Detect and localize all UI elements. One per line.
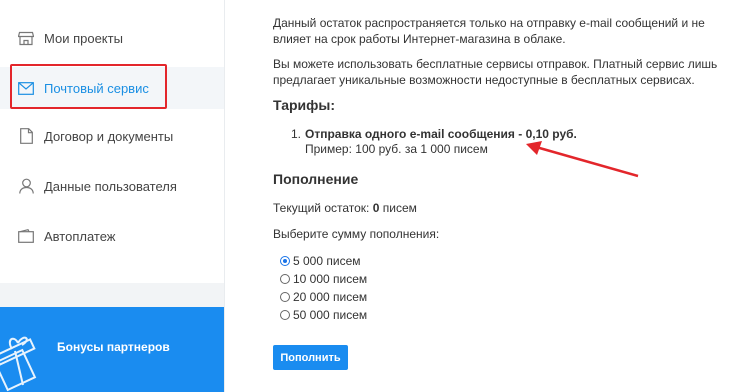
radio-button[interactable] xyxy=(280,292,290,302)
sidebar-item-label: Данные пользователя xyxy=(44,178,177,194)
topup-heading: Пополнение xyxy=(273,171,359,187)
balance-label: Текущий остаток: xyxy=(273,201,370,215)
tariff-number: 1. xyxy=(291,127,302,141)
gift-icon xyxy=(0,327,46,392)
amount-option-10000[interactable]: 10 000 писем xyxy=(280,271,367,287)
amount-option-50000[interactable]: 50 000 писем xyxy=(280,307,367,323)
balance-value: 0 xyxy=(372,201,380,215)
topup-submit-button[interactable]: Пополнить xyxy=(273,345,348,370)
amount-option-label: 10 000 писем xyxy=(293,272,368,286)
choose-amount-label: Выберите сумму пополнения: xyxy=(273,227,440,241)
amount-option-20000[interactable]: 20 000 писем xyxy=(280,289,367,305)
radio-button[interactable] xyxy=(280,274,290,284)
sidebar-nav: Мои проекты Почтовый сервис Договор и до… xyxy=(0,0,224,283)
tariff-example: Пример: 100 руб. за 1 000 писем xyxy=(305,142,488,156)
tariffs-heading: Тарифы: xyxy=(273,97,336,113)
user-icon xyxy=(18,178,34,194)
store-icon xyxy=(18,30,34,46)
amount-option-label: 50 000 писем xyxy=(293,308,368,322)
main-content: Данный остаток распространяется только н… xyxy=(224,0,740,392)
sidebar-item-mail-service[interactable]: Почтовый сервис xyxy=(0,67,224,109)
document-icon xyxy=(18,128,34,144)
sidebar-item-label: Автоплатеж xyxy=(44,228,116,244)
amount-option-label: 20 000 писем xyxy=(293,290,368,304)
sidebar-item-autopayment[interactable]: Автоплатеж xyxy=(0,215,224,257)
envelope-icon xyxy=(18,80,34,96)
partner-bonus-label: Бонусы партнеров xyxy=(57,340,170,354)
balance-unit: писем xyxy=(382,201,417,215)
annotation-arrow xyxy=(526,141,639,178)
amount-option-label: 5 000 писем xyxy=(293,254,361,268)
sidebar-item-label: Мои проекты xyxy=(44,30,123,46)
wallet-icon xyxy=(18,228,34,244)
radio-button[interactable] xyxy=(280,256,290,266)
sidebar-item-projects[interactable]: Мои проекты xyxy=(0,17,224,59)
sidebar: Мои проекты Почтовый сервис Договор и до… xyxy=(0,0,224,392)
radio-button[interactable] xyxy=(280,310,290,320)
current-balance: Текущий остаток: 0 писем xyxy=(273,200,417,216)
sidebar-item-label: Почтовый сервис xyxy=(44,80,149,96)
sidebar-item-label: Договор и документы xyxy=(44,128,174,144)
intro-paragraph-2: Вы можете использовать бесплатные сервис… xyxy=(273,57,718,87)
intro-paragraph-1: Данный остаток распространяется только н… xyxy=(273,16,705,46)
amount-option-5000[interactable]: 5 000 писем xyxy=(280,253,361,269)
partner-bonus-banner[interactable]: Бонусы партнеров xyxy=(0,307,224,392)
sidebar-item-documents[interactable]: Договор и документы xyxy=(0,115,224,157)
sidebar-item-user-data[interactable]: Данные пользователя xyxy=(0,165,224,207)
